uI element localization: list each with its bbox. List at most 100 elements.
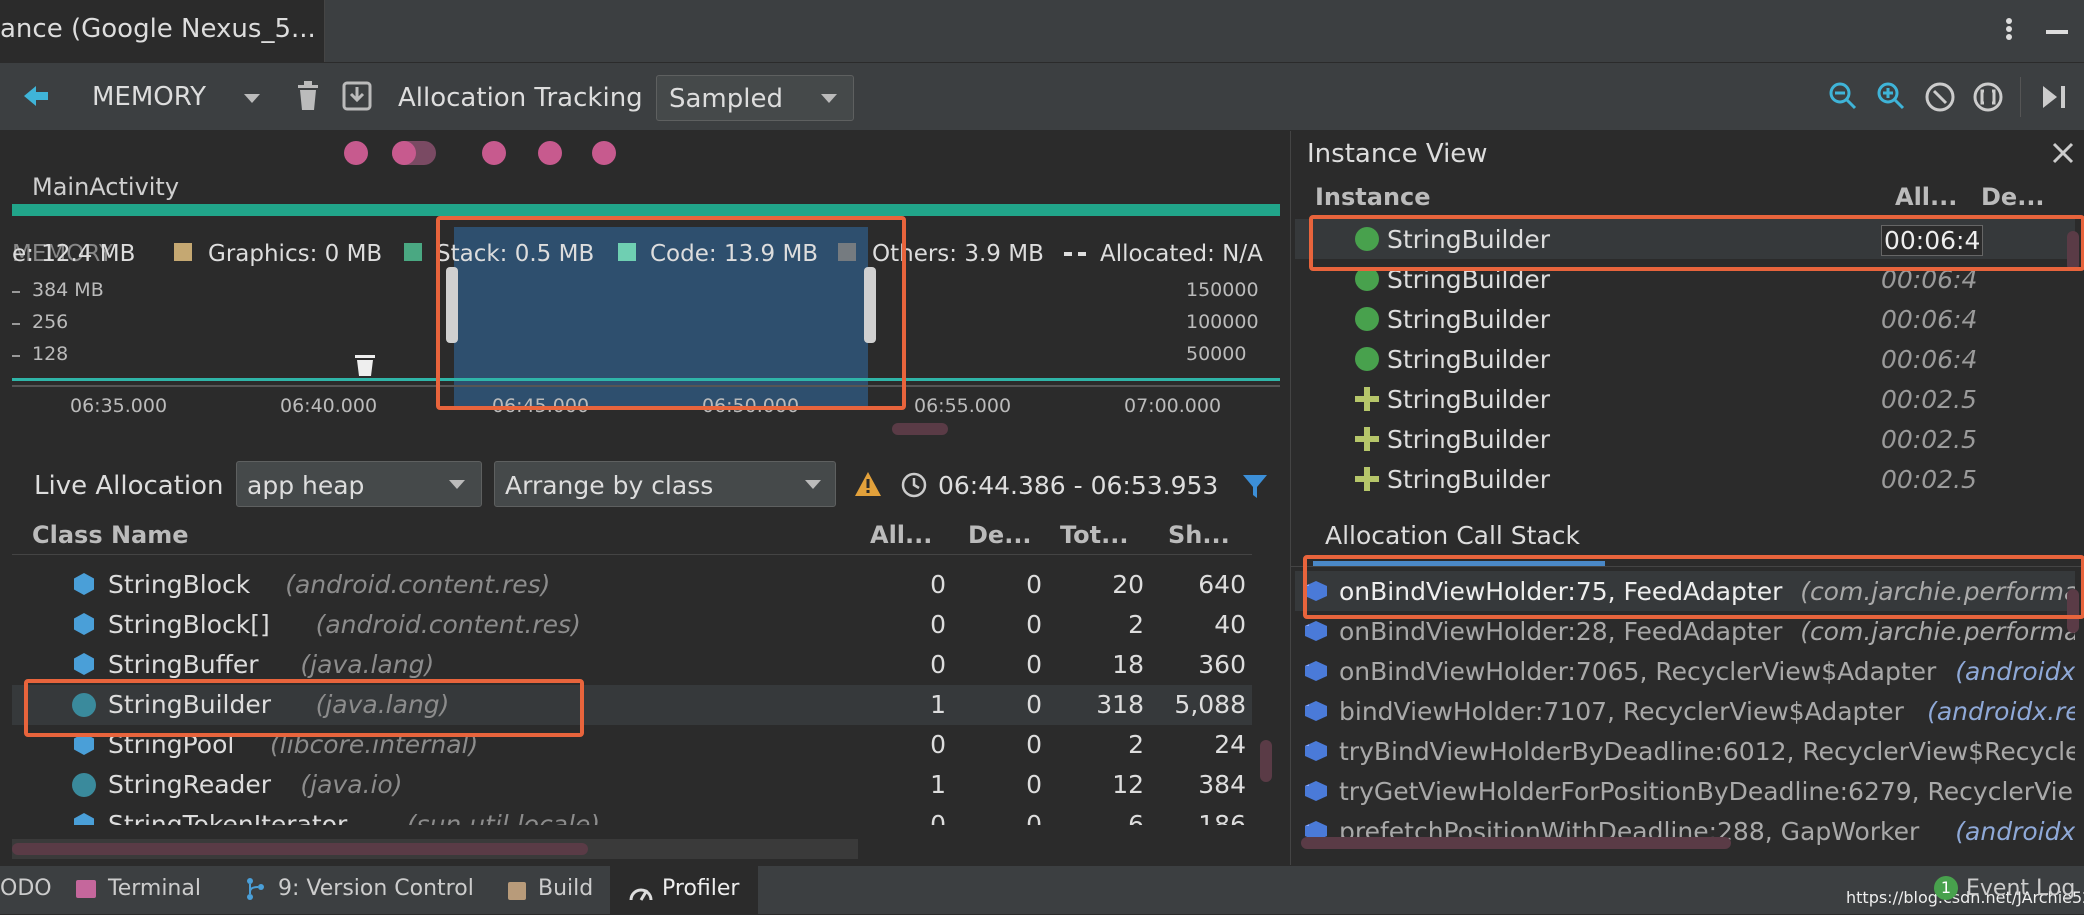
instance-icon: [1355, 347, 1379, 371]
class-name: StringBuffer: [108, 650, 259, 679]
gc-trash-icon[interactable]: [352, 351, 378, 377]
title-bar: ance (Google Nexus_5...: [0, 0, 2084, 62]
event-dot[interactable]: [482, 141, 506, 165]
close-icon[interactable]: [2051, 141, 2075, 165]
arrange-dropdown[interactable]: Arrange by class: [494, 461, 836, 507]
event-dot[interactable]: [538, 141, 562, 165]
chevron-down-icon: [244, 94, 260, 103]
cell-total: 18: [1112, 650, 1144, 679]
table-hscroll-track[interactable]: [12, 839, 858, 859]
build-icon: [508, 882, 526, 900]
table-vscrollbar[interactable]: [1260, 740, 1272, 782]
instance-row[interactable]: StringBuilder 00:06:4: [1295, 339, 2075, 379]
instance-highlight: [1309, 215, 2084, 271]
trash-icon[interactable]: [296, 81, 320, 111]
table-hscrollbar[interactable]: [12, 843, 588, 855]
activity-bar: [12, 204, 1280, 216]
stack-frame-icon: [1305, 621, 1327, 641]
instance-panel: Instance View Instance All... De... Stri…: [1290, 131, 2084, 865]
event-range[interactable]: [392, 141, 436, 165]
cell-total: 20: [1112, 570, 1144, 599]
terminal-tab[interactable]: Terminal: [108, 876, 201, 901]
stack-frame-method: onBindViewHolder:28, FeedAdapter: [1339, 617, 1783, 646]
todo-tab[interactable]: ODO: [0, 876, 52, 901]
cell-shallow: 640: [1198, 570, 1246, 599]
instance-name: StringBuilder: [1387, 465, 1551, 494]
legend-swatch-allocated: [1064, 252, 1086, 256]
event-log-badge: 1: [1934, 876, 1958, 900]
table-row[interactable]: StringReader (java.io) 1 0 12 384: [12, 765, 1252, 805]
session-tab[interactable]: ance (Google Nexus_5...: [0, 0, 325, 62]
instance-alloc-time: 00:02.5: [1881, 425, 1977, 454]
col-dealloc-time[interactable]: De...: [1981, 183, 2045, 211]
instance-row[interactable]: StringBuilder 00:06:4: [1295, 299, 2075, 339]
heap-dump-icon[interactable]: [342, 81, 372, 111]
instance-row[interactable]: StringBuilder 00:02.5: [1295, 419, 2075, 459]
warning-icon[interactable]: [854, 471, 882, 497]
col-deallocations[interactable]: De...: [968, 521, 1032, 549]
profiler-tab[interactable]: Profiler: [610, 866, 758, 915]
col-shallow-size[interactable]: Sh...: [1168, 521, 1230, 549]
stack-frame-method: tryBindViewHolderByDeadline:6012, Recycl…: [1339, 737, 2075, 766]
reset-zoom-icon[interactable]: [1924, 81, 1956, 113]
allocation-tracking-dropdown[interactable]: Sampled: [656, 75, 854, 121]
stack-frame-row[interactable]: tryGetViewHolderForPositionByDeadline:62…: [1295, 771, 2075, 811]
filter-icon[interactable]: [1242, 473, 1268, 499]
instance-row[interactable]: StringBuilder 00:02.5: [1295, 459, 2075, 499]
timeline-scrollbar[interactable]: [892, 423, 948, 435]
back-arrow-icon[interactable]: [22, 83, 50, 109]
stack-frame-row[interactable]: onBindViewHolder:7065, RecyclerView$Adap…: [1295, 651, 2075, 691]
cell-alloc: 0: [930, 730, 946, 759]
cell-alloc: 0: [930, 810, 946, 825]
profiler-type-dropdown[interactable]: MEMORY: [68, 76, 268, 118]
class-icon: [74, 613, 94, 635]
stack-hscrollbar[interactable]: [1301, 837, 1731, 849]
zoom-out-icon[interactable]: [1828, 81, 1858, 111]
instance-alloc-time: 00:06:4: [1881, 305, 1978, 334]
col-instance[interactable]: Instance: [1315, 183, 1431, 211]
cell-shallow: 360: [1198, 650, 1246, 679]
class-package: (android.content.res): [285, 570, 551, 599]
table-row[interactable]: StringTokenIterator (sun.util.locale) 0 0 6 1…: [12, 805, 1252, 825]
cell-alloc: 0: [930, 610, 946, 639]
cell-dealloc: 0: [1026, 690, 1042, 719]
instance-view-title: Instance View: [1307, 139, 1488, 169]
class-package: (java.io): [300, 770, 403, 799]
y-right-tick: 150000: [1186, 279, 1259, 301]
allocation-tracking-value: Sampled: [669, 84, 783, 114]
more-options-icon[interactable]: [2004, 16, 2014, 46]
zoom-in-icon[interactable]: [1876, 81, 1906, 111]
event-dot[interactable]: [592, 141, 616, 165]
stack-frame-row[interactable]: bindViewHolder:7107, RecyclerView$Adapte…: [1295, 691, 2075, 731]
activity-label: MainActivity: [32, 173, 180, 201]
event-dot[interactable]: [344, 141, 368, 165]
heap-dropdown[interactable]: app heap: [236, 461, 482, 507]
instance-alloc-time: 00:06:4: [1881, 345, 1978, 374]
col-allocations[interactable]: All...: [870, 521, 932, 549]
zoom-to-selection-icon[interactable]: [1972, 81, 2004, 113]
instance-row[interactable]: StringBuilder 00:02.5: [1295, 379, 2075, 419]
allocation-panel: Live Allocation app heap Arrange by clas…: [0, 455, 1280, 865]
cell-dealloc: 0: [1026, 770, 1042, 799]
version-control-tab[interactable]: 9: Version Control: [278, 876, 474, 901]
event-log-tab[interactable]: Event Log: [1966, 876, 2075, 901]
clock-icon: [901, 472, 927, 498]
instance-alloc-time: 00:02.5: [1881, 385, 1977, 414]
col-class-name[interactable]: Class Name: [32, 521, 189, 549]
table-row[interactable]: StringBlock (android.content.res) 0 0 20 640: [12, 565, 1252, 605]
time-range: 06:44.386 - 06:53.953: [938, 471, 1219, 500]
memory-timeline[interactable]: MainActivity MEMORY e: 12.4 MB Graphics:…: [12, 131, 1280, 441]
table-row[interactable]: StringBlock[] (android.content.res) 0 0 2 40: [12, 605, 1252, 645]
col-total-count[interactable]: Tot...: [1060, 521, 1129, 549]
tool-window-bar: ODO Terminal 9: Version Control Build Pr…: [0, 865, 2084, 915]
go-live-icon[interactable]: [2040, 83, 2068, 111]
minimize-icon[interactable]: [2046, 30, 2068, 34]
profiler-toolbar: MEMORY Allocation Tracking Sampled: [0, 62, 2084, 131]
cell-shallow: 186: [1198, 810, 1246, 825]
stack-frame-row[interactable]: tryBindViewHolderByDeadline:6012, Recycl…: [1295, 731, 2075, 771]
x-tick: 06:55.000: [914, 395, 1012, 417]
cell-shallow: 384: [1198, 770, 1246, 799]
stack-frame-package: (com.jarchie.performa: [1800, 617, 2075, 646]
build-tab[interactable]: Build: [538, 876, 593, 901]
col-alloc-time[interactable]: All...: [1895, 183, 1957, 211]
